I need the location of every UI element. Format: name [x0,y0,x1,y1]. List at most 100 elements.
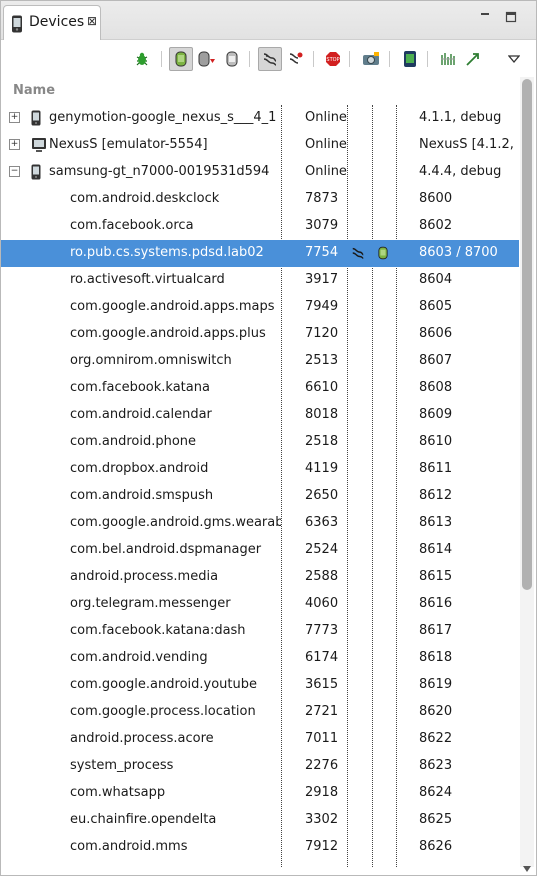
minimize-button[interactable] [478,11,492,25]
process-name: com.facebook.katana [70,380,210,395]
process-row[interactable]: eu.chainfire.opendelta 3302 8625 [1,807,519,834]
toolbar: STOP [1,41,536,77]
expand-toggle-icon[interactable]: + [9,139,20,150]
process-debug-port: 8615 [419,569,453,584]
process-debug-port: 8614 [419,542,453,557]
expand-toggle-icon[interactable]: − [9,166,20,177]
process-pid: 7011 [305,731,339,746]
device-row[interactable]: − samsung-gt_n7000-0019531d594 Online 4.4.4… [1,159,519,186]
process-debug-port: 8611 [419,461,453,476]
process-row[interactable]: android.process.media 2588 8615 [1,564,519,591]
process-name: org.omnirom.omniswitch [70,353,232,368]
process-pid: 7873 [305,191,339,206]
scroll-down-icon[interactable] [520,863,534,875]
dump-hprof-icon[interactable] [196,48,218,70]
process-row-selected[interactable]: ro.pub.cs.systems.pdsd.lab02 7754 8603 / 8… [1,240,519,267]
process-name: com.google.android.gms.wearabl [70,515,281,530]
process-name: com.google.android.apps.plus [70,326,266,341]
process-row[interactable]: com.android.mms 7912 8626 [1,834,519,861]
process-pid: 6610 [305,380,339,395]
process-row[interactable]: system_process 2276 8623 [1,753,519,780]
process-pid: 6363 [305,515,339,530]
process-name: com.facebook.orca [70,218,194,233]
update-threads-icon[interactable] [258,47,282,71]
tab-devices[interactable]: Devices ⊠ [3,5,101,40]
process-name: com.dropbox.android [70,461,209,476]
process-pid: 8018 [305,407,339,422]
process-row[interactable]: ro.activesoft.virtualcard 3917 8604 [1,267,519,294]
process-debug-port: 8612 [419,488,453,503]
process-row[interactable]: com.bel.android.dspmanager 2524 8614 [1,537,519,564]
device-info: NexusS [4.1.2, [419,137,514,152]
process-debug-port: 8609 [419,407,453,422]
process-row[interactable]: com.whatsapp 2918 8624 [1,780,519,807]
process-row[interactable]: com.google.process.location 2721 8620 [1,699,519,726]
process-row[interactable]: com.facebook.orca 3079 8602 [1,213,519,240]
process-debug-port: 8626 [419,839,453,854]
device-row[interactable]: + genymotion-google_nexus_s___4_1 Online 4.… [1,105,519,132]
process-pid: 4060 [305,596,339,611]
device-row[interactable]: + NexusS [emulator-5554] Online NexusS [4.1… [1,132,519,159]
process-row[interactable]: com.android.calendar 8018 8609 [1,402,519,429]
update-heap-icon[interactable] [169,47,193,71]
maximize-button[interactable] [504,11,518,25]
process-row[interactable]: com.dropbox.android 4119 8611 [1,456,519,483]
process-name: com.google.android.apps.maps [70,299,275,314]
process-row[interactable]: org.omnirom.omniswitch 2513 8607 [1,348,519,375]
process-pid: 3302 [305,812,339,827]
process-pid: 7120 [305,326,339,341]
process-pid: 2518 [305,434,339,449]
cause-gc-icon[interactable] [221,48,243,70]
process-row[interactable]: com.google.android.apps.plus 7120 8606 [1,321,519,348]
opengl-trace-icon[interactable] [462,48,484,70]
process-debug-port: 8606 [419,326,453,341]
process-row[interactable]: com.google.android.apps.maps 7949 8605 [1,294,519,321]
process-row[interactable]: com.android.phone 2518 8610 [1,429,519,456]
process-name: com.android.mms [70,839,188,854]
process-debug-port: 8616 [419,596,453,611]
column-header-name[interactable]: Name [13,83,55,98]
process-pid: 4119 [305,461,339,476]
systrace-icon[interactable] [437,48,459,70]
process-name: com.whatsapp [70,785,166,800]
dump-view-hierarchy-icon[interactable] [399,48,421,70]
process-row[interactable]: com.google.android.gms.wearabl 6363 8613 [1,510,519,537]
process-row[interactable]: com.android.vending 6174 8618 [1,645,519,672]
device-status: Online [305,164,347,179]
device-name: NexusS [emulator-5554] [49,137,208,152]
process-debug-port: 8605 [419,299,453,314]
process-debug-port: 8625 [419,812,453,827]
scrollbar-thumb[interactable] [522,79,532,590]
process-pid: 6174 [305,650,339,665]
expand-toggle-icon[interactable]: + [9,112,20,123]
process-debug-port: 8604 [419,272,453,287]
process-pid: 2650 [305,488,339,503]
process-pid: 7949 [305,299,339,314]
process-row[interactable]: org.telegram.messenger 4060 8616 [1,591,519,618]
process-row[interactable]: android.process.acore 7011 8622 [1,726,519,753]
process-row[interactable]: com.android.deskclock 7873 8600 [1,186,519,213]
process-name: com.android.phone [70,434,197,449]
process-row[interactable]: com.google.android.youtube 3615 8619 [1,672,519,699]
process-name: com.android.vending [70,650,208,665]
devices-view: Devices ⊠ STOP Name + genymotion-google_… [0,0,537,876]
stop-process-icon[interactable]: STOP [322,48,344,70]
process-debug-port: 8600 [419,191,453,206]
process-name: com.google.process.location [70,704,256,719]
process-pid: 3917 [305,272,339,287]
process-row[interactable]: com.android.smspush 2650 8612 [1,483,519,510]
phone-icon [11,15,23,37]
process-name: ro.activesoft.virtualcard [70,272,225,287]
process-row[interactable]: com.facebook.katana:dash 7773 8617 [1,618,519,645]
view-menu-icon[interactable] [503,48,525,70]
device-status: Online [305,110,347,125]
debug-bug-icon[interactable] [131,48,153,70]
process-debug-port: 8624 [419,785,453,800]
start-method-profiling-icon[interactable] [285,48,307,70]
process-name: com.bel.android.dspmanager [70,542,262,557]
process-pid: 3079 [305,218,339,233]
screen-capture-icon[interactable] [360,48,382,70]
close-icon[interactable]: ⊠ [87,14,97,28]
heap-updated-icon [378,246,388,264]
process-row[interactable]: com.facebook.katana 6610 8608 [1,375,519,402]
